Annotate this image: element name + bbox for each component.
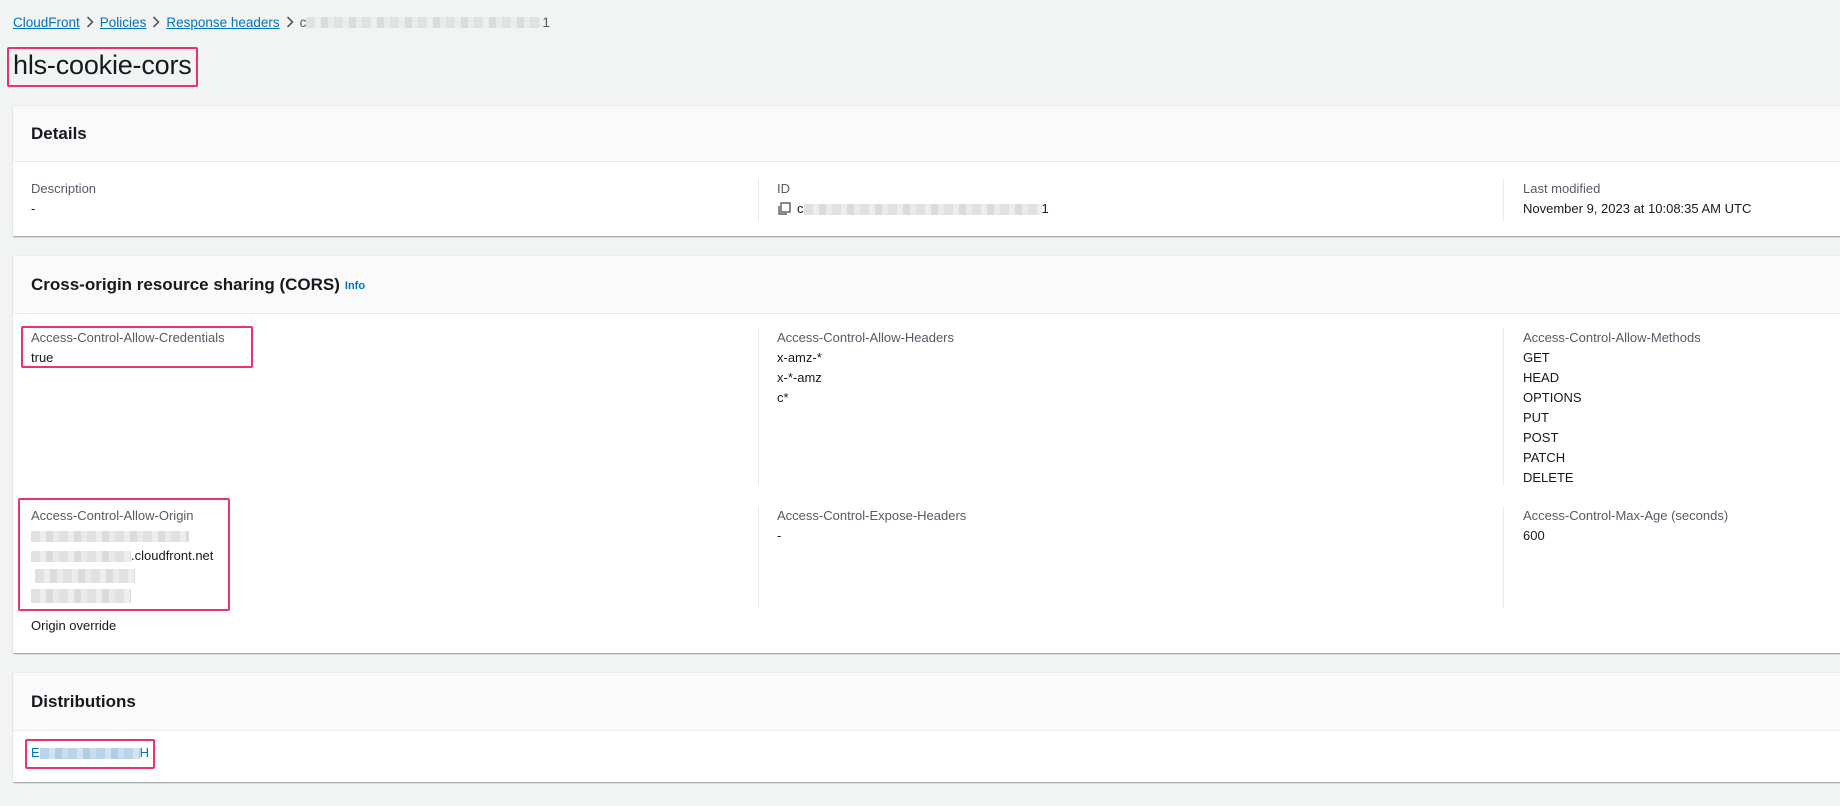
breadcrumb-policies[interactable]: Policies — [100, 15, 147, 30]
column-divider — [1503, 506, 1504, 608]
origin-item — [31, 526, 213, 546]
allow-origin-label: Access-Control-Allow-Origin — [31, 508, 194, 523]
page-title: hls-cookie-cors — [13, 50, 192, 80]
distribution-link[interactable]: E H — [31, 743, 149, 763]
details-panel: Details Description - ID c 1 Last modifi… — [13, 105, 1840, 236]
allow-headers-label: Access-Control-Allow-Headers — [777, 330, 954, 345]
column-divider — [758, 328, 759, 486]
chevron-right-icon — [80, 16, 100, 28]
method-item: GET — [1523, 350, 1550, 365]
allow-headers-field: Access-Control-Allow-Headers x-amz-* x-*… — [777, 328, 954, 408]
cors-header: Cross-origin resource sharing (CORS) Inf… — [13, 256, 1840, 314]
last-modified-field: Last modified November 9, 2023 at 10:08:… — [1523, 179, 1751, 219]
last-modified-label: Last modified — [1523, 181, 1601, 196]
redacted-text — [35, 569, 135, 583]
credentials-label: Access-Control-Allow-Credentials — [31, 330, 225, 345]
distributions-header: Distributions — [13, 673, 1840, 731]
distributions-panel: Distributions E H — [13, 672, 1840, 782]
origin-item: .cloudfront.net — [31, 546, 213, 566]
breadcrumb-current-policy: c 1 — [300, 15, 550, 30]
distributions-title: Distributions — [31, 691, 136, 711]
redacted-text — [39, 747, 140, 759]
allow-header-item: c* — [777, 390, 789, 405]
method-item: DELETE — [1523, 470, 1574, 485]
method-item: OPTIONS — [1523, 390, 1582, 405]
breadcrumb: CloudFront Policies Response headers c 1 — [13, 13, 550, 31]
origin-item — [31, 586, 213, 606]
info-link[interactable]: Info — [345, 280, 365, 292]
chevron-right-icon — [146, 16, 166, 28]
id-field: ID c 1 — [777, 179, 1049, 219]
id-suffix: 1 — [1041, 201, 1049, 216]
description-field: Description - — [31, 179, 96, 219]
column-divider — [758, 178, 759, 222]
redacted-text — [31, 589, 131, 603]
description-value: - — [31, 201, 36, 216]
breadcrumb-response-headers[interactable]: Response headers — [166, 15, 279, 30]
origin-override: Origin override — [31, 618, 117, 633]
allow-methods-label: Access-Control-Allow-Methods — [1523, 330, 1701, 345]
breadcrumb-cloudfront[interactable]: CloudFront — [13, 15, 80, 30]
expose-headers-value: - — [777, 528, 782, 543]
id-label: ID — [777, 181, 790, 196]
distribution-suffix: H — [139, 745, 150, 760]
allow-origin-field: Access-Control-Allow-Origin .cloudfront.… — [31, 506, 213, 636]
method-item: PATCH — [1523, 450, 1566, 465]
credentials-value: true — [31, 350, 54, 365]
column-divider — [1503, 328, 1504, 486]
chevron-right-icon — [280, 16, 300, 28]
method-item: HEAD — [1523, 370, 1560, 385]
method-item: PUT — [1523, 410, 1549, 425]
redacted-text — [803, 203, 1042, 215]
id-value: c 1 — [777, 199, 1049, 219]
origin-item — [31, 566, 213, 586]
redacted-text — [306, 16, 543, 28]
credentials-field: Access-Control-Allow-Credentials true — [31, 328, 225, 368]
description-label: Description — [31, 181, 97, 196]
distribution-item: E H — [31, 743, 149, 763]
redacted-text — [31, 550, 131, 562]
details-title: Details — [31, 123, 87, 143]
allow-methods-field: Access-Control-Allow-Methods GET HEAD OP… — [1523, 328, 1701, 488]
max-age-label: Access-Control-Max-Age (seconds) — [1523, 508, 1729, 523]
expose-headers-label: Access-Control-Expose-Headers — [777, 508, 967, 523]
cors-title: Cross-origin resource sharing (CORS) — [31, 274, 340, 294]
last-modified-value: November 9, 2023 at 10:08:35 AM UTC — [1523, 201, 1752, 216]
redacted-text — [31, 530, 189, 542]
breadcrumb-current-prefix: c — [299, 14, 307, 30]
column-divider — [1503, 178, 1504, 222]
id-prefix: c — [797, 201, 804, 216]
max-age-field: Access-Control-Max-Age (seconds) 600 — [1523, 506, 1728, 546]
distribution-prefix: E — [31, 745, 40, 760]
allow-header-item: x-*-amz — [777, 370, 822, 385]
column-divider — [758, 506, 759, 608]
origin-domain-suffix: .cloudfront.net — [131, 548, 214, 563]
allow-header-item: x-amz-* — [777, 350, 822, 365]
max-age-value: 600 — [1523, 528, 1545, 543]
method-item: POST — [1523, 430, 1559, 445]
copy-icon[interactable] — [777, 202, 791, 216]
cors-panel: Cross-origin resource sharing (CORS) Inf… — [13, 255, 1840, 653]
expose-headers-field: Access-Control-Expose-Headers - — [777, 506, 966, 546]
details-header: Details — [13, 106, 1840, 162]
breadcrumb-current-suffix: 1 — [542, 14, 550, 30]
